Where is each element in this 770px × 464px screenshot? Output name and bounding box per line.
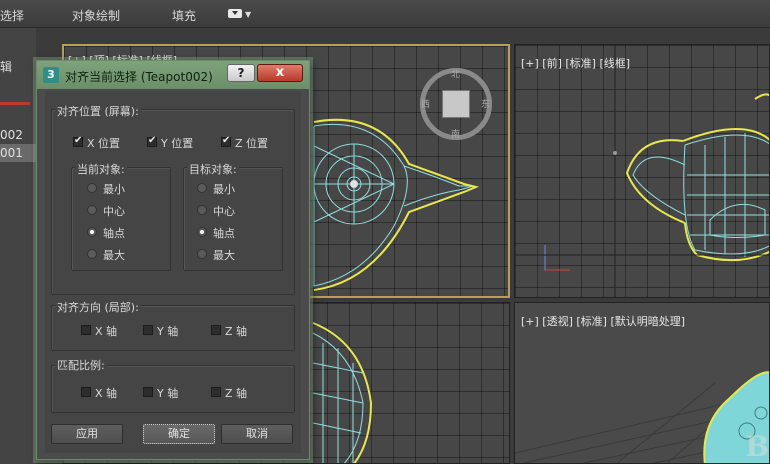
align-orientation-label: 对齐方向 (局部): bbox=[55, 299, 141, 315]
menu-bar: 选择 对象绘制 填充 ▼ bbox=[0, 0, 770, 28]
orient-z-label: Z 轴 bbox=[225, 325, 248, 338]
z-position-label: Z 位置 bbox=[235, 137, 269, 150]
y-position-checkbox[interactable] bbox=[147, 135, 157, 147]
current-object-label: 当前对象: bbox=[75, 161, 127, 177]
menu-populate[interactable]: 填充 bbox=[172, 7, 196, 24]
target-max-label: 最大 bbox=[213, 249, 235, 262]
explorer-divider bbox=[0, 102, 30, 105]
viewcube-north-label: 北 bbox=[451, 70, 461, 80]
dialog-body: 对齐位置 (屏幕): X 位置 Y 位置 Z 位置 当前对象: 最小 中心 轴点… bbox=[45, 91, 301, 453]
explorer-header: 辑 bbox=[0, 60, 13, 74]
chevron-down-icon[interactable]: ▼ bbox=[245, 10, 251, 19]
target-min-label: 最小 bbox=[213, 183, 235, 196]
orient-x-label: X 轴 bbox=[95, 325, 118, 338]
orient-y-label: Y 轴 bbox=[157, 325, 179, 338]
viewcube-face[interactable] bbox=[442, 90, 470, 118]
match-scale-label: 匹配比例: bbox=[55, 357, 107, 373]
scale-y-checkbox[interactable] bbox=[143, 387, 153, 397]
current-center-label: 中心 bbox=[103, 205, 125, 218]
current-min-label: 最小 bbox=[103, 183, 125, 196]
app-logo-icon: 3 bbox=[43, 67, 59, 83]
target-pivot-radio[interactable] bbox=[197, 227, 207, 237]
apply-button[interactable]: 应用 bbox=[51, 424, 123, 444]
scale-z-checkbox[interactable] bbox=[211, 387, 221, 397]
viewport-perspective[interactable]: [+] [透视] [标准] [默认明暗处理] B bbox=[514, 302, 770, 464]
align-position-label: 对齐位置 (屏幕): bbox=[55, 103, 141, 119]
menu-object-paint[interactable]: 对象绘制 bbox=[72, 7, 120, 24]
teapot-front-wireframe bbox=[515, 45, 769, 297]
explorer-row-selected[interactable]: 001 bbox=[0, 144, 36, 162]
scale-x-checkbox[interactable] bbox=[81, 387, 91, 397]
close-button[interactable]: x bbox=[257, 64, 303, 82]
perspective-scene bbox=[515, 371, 769, 463]
viewcube[interactable]: 北 西 东 南 bbox=[420, 68, 492, 140]
display-dropdown-icon[interactable] bbox=[228, 9, 242, 18]
target-center-radio[interactable] bbox=[197, 205, 207, 215]
y-position-label: Y 位置 bbox=[161, 137, 194, 150]
viewcube-west-label: 西 bbox=[421, 100, 431, 110]
scale-z-label: Z 轴 bbox=[225, 387, 248, 400]
current-pivot-label: 轴点 bbox=[103, 227, 125, 240]
dialog-title: 对齐当前选择 (Teapot002) bbox=[65, 70, 213, 84]
cancel-button[interactable]: 取消 bbox=[221, 424, 293, 444]
current-max-label: 最大 bbox=[103, 249, 125, 262]
dialog-titlebar[interactable]: 3 对齐当前选择 (Teapot002) ? x bbox=[37, 61, 309, 89]
current-min-radio[interactable] bbox=[87, 183, 97, 193]
x-position-checkbox[interactable] bbox=[73, 135, 83, 147]
current-max-radio[interactable] bbox=[87, 249, 97, 259]
watermark-logo: B bbox=[745, 430, 769, 463]
orient-y-checkbox[interactable] bbox=[143, 325, 153, 335]
target-object-label: 目标对象: bbox=[187, 161, 239, 177]
viewcube-south-label: 南 bbox=[451, 130, 461, 140]
current-center-radio[interactable] bbox=[87, 205, 97, 215]
target-pivot-label: 轴点 bbox=[213, 227, 235, 240]
orient-x-checkbox[interactable] bbox=[81, 325, 91, 335]
target-max-radio[interactable] bbox=[197, 249, 207, 259]
scene-explorer: 辑 002 001 bbox=[0, 28, 36, 464]
menu-select[interactable]: 选择 bbox=[0, 7, 24, 24]
target-min-radio[interactable] bbox=[197, 183, 207, 193]
orient-z-checkbox[interactable] bbox=[211, 325, 221, 335]
viewcube-east-label: 东 bbox=[481, 100, 491, 110]
explorer-row[interactable]: 002 bbox=[0, 126, 36, 144]
z-position-checkbox[interactable] bbox=[221, 135, 231, 147]
target-center-label: 中心 bbox=[213, 205, 235, 218]
help-button[interactable]: ? bbox=[227, 64, 255, 82]
scale-x-label: X 轴 bbox=[95, 387, 118, 400]
align-selection-dialog: 3 对齐当前选择 (Teapot002) ? x 对齐位置 (屏幕): X 位置… bbox=[36, 60, 310, 460]
current-pivot-radio[interactable] bbox=[87, 227, 97, 237]
viewport-front[interactable]: [+] [前] [标准] [线框] bbox=[514, 44, 770, 298]
scale-y-label: Y 轴 bbox=[157, 387, 179, 400]
ok-button[interactable]: 确定 bbox=[143, 424, 215, 444]
x-position-label: X 位置 bbox=[87, 137, 121, 150]
